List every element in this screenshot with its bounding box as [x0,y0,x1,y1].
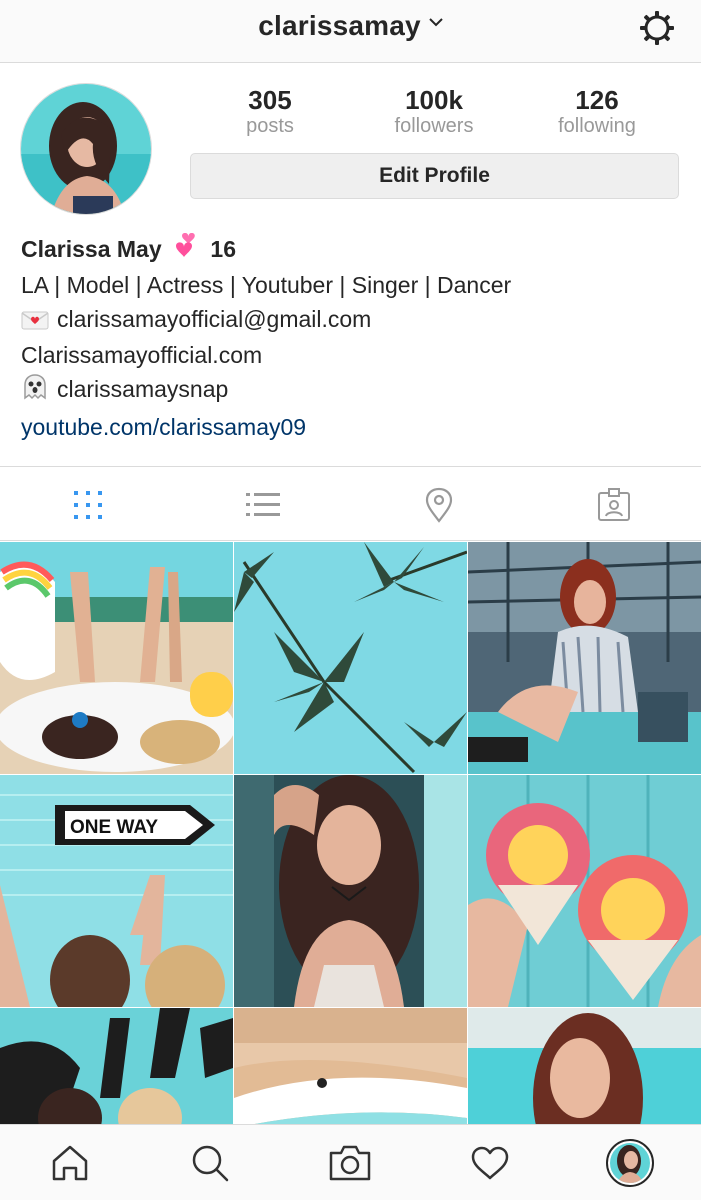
love-letter-emoji [21,311,49,330]
photo-thumbnail[interactable] [234,775,467,1007]
posts-label: posts [246,115,294,137]
followers-stat[interactable]: 100k followers [359,85,509,137]
username-switcher[interactable]: clarissamay [0,10,701,42]
nav-activity[interactable] [420,1125,560,1200]
photo-thumbnail[interactable] [234,542,467,774]
photo-thumbnail[interactable]: ONE WAY [0,775,233,1007]
home-icon [52,1145,88,1181]
bio-email: clarissamayofficial@gmail.com [57,306,372,332]
bio-snapchat-line: clarissamaysnap [21,372,681,406]
photo-thumbnail[interactable] [0,542,233,774]
posts-stat[interactable]: 305 posts [195,85,345,137]
search-icon [192,1145,229,1182]
two-hearts-emoji [176,233,195,257]
ghost-emoji [24,374,46,400]
profile-view-tabs [0,466,701,541]
grid-view-icon [73,490,102,519]
photo-thumbnail[interactable] [468,542,701,774]
bio-tagline: LA | Model | Actress | Youtuber | Singer… [21,272,512,298]
nav-search[interactable] [140,1125,280,1200]
gear-icon[interactable] [637,8,677,48]
one-way-sign-text: ONE WAY [70,817,158,838]
bottom-nav [0,1124,701,1200]
tab-grid[interactable] [0,467,175,542]
profile-age: 16 [210,236,237,262]
bio-website: Clarissamayofficial.com [21,342,263,368]
nav-home[interactable] [0,1125,140,1200]
tab-tagged[interactable] [526,467,701,542]
photo-thumbnail[interactable] [468,775,701,1007]
profile-bio: Clarissa May 16 LA | Model | Actress | Y… [21,232,681,444]
profile-avatar[interactable] [20,83,152,215]
following-count: 126 [575,85,619,115]
top-bar: clarissamay [0,0,701,63]
tagged-photos-icon [597,487,630,521]
bio-snapchat: clarissamaysnap [57,376,229,402]
list-view-icon [245,492,280,516]
profile-name-line: Clarissa May 16 [21,232,681,268]
chevron-down-icon [429,18,443,27]
profile-avatar-icon [606,1139,654,1187]
nav-camera[interactable] [280,1125,420,1200]
map-pin-icon [425,487,452,523]
edit-profile-button[interactable]: Edit Profile [190,153,679,199]
nav-profile[interactable] [560,1125,700,1200]
bio-youtube-link[interactable]: youtube.com/clarissamay09 [21,410,681,444]
following-label: following [558,115,636,137]
tab-map[interactable] [351,467,526,542]
username-title: clarissamay [258,10,421,41]
profile-stats: 305 posts 100k followers 126 following [190,85,680,141]
following-stat[interactable]: 126 following [522,85,672,137]
posts-count: 305 [248,85,292,115]
followers-label: followers [394,115,474,137]
heart-icon [471,1146,509,1180]
profile-name: Clarissa May [21,236,162,262]
tab-list[interactable] [175,467,350,542]
camera-icon [329,1145,371,1181]
bio-email-line: clarissamayofficial@gmail.com [21,302,681,336]
followers-count: 100k [405,85,463,115]
